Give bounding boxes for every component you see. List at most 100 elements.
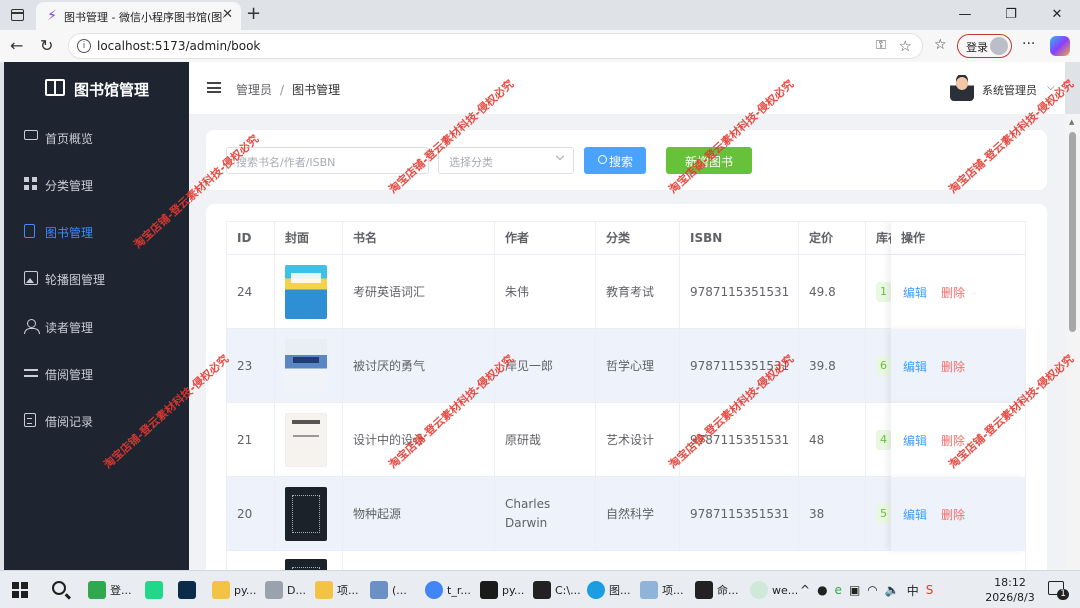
browser-tab[interactable]: ⚡ 图书管理 - 微信小程序图书馆(图书 ✕: [36, 2, 241, 30]
tray-overflow-icon[interactable]: ^: [800, 583, 810, 597]
delete-button[interactable]: 删除: [941, 284, 965, 301]
cell-isbn: 9787115351531: [690, 284, 790, 299]
windows-start-icon[interactable]: [12, 582, 28, 598]
favorites-icon[interactable]: ☆: [934, 37, 947, 53]
refresh-icon[interactable]: ↻: [40, 36, 53, 55]
cell-title: 被讨厌的勇气: [353, 358, 426, 373]
chevron-down-icon[interactable]: ⌵: [1047, 82, 1055, 93]
edit-button[interactable]: 编辑: [903, 506, 927, 523]
brand-title: 图书馆管理: [74, 81, 150, 99]
delete-button[interactable]: 删除: [941, 432, 965, 449]
sidebar-item-readers[interactable]: 读者管理: [4, 307, 189, 347]
cell-author: 原研哉: [505, 432, 542, 447]
edit-button[interactable]: 编辑: [903, 358, 927, 375]
search-button[interactable]: 搜索: [584, 147, 646, 174]
table-row: 23 被讨厌的勇气 岸见一郎 哲学心理 9787115351531 39.8 6…: [227, 329, 1025, 403]
clock-time: 18:12: [994, 576, 1026, 589]
notification-icon[interactable]: 1: [1048, 581, 1069, 600]
taskbar-app-wechat-devtools[interactable]: we...: [750, 579, 798, 601]
delete-button[interactable]: 删除: [941, 506, 965, 523]
clock-date: 2026/8/3: [985, 591, 1035, 604]
user-icon: [24, 319, 40, 334]
login-label: 登录: [966, 41, 988, 54]
sidebar-item-dashboard[interactable]: 首页概览: [4, 118, 189, 158]
taskbar-app-edge-active[interactable]: 图...: [587, 579, 631, 601]
password-key-icon[interactable]: ⚿: [876, 38, 886, 53]
taskbar-app-pycharm-green[interactable]: [145, 579, 167, 601]
ime-icon[interactable]: 中: [907, 582, 919, 599]
taskbar-app-cmd2[interactable]: 命...: [695, 579, 739, 601]
taskbar-app-notepad[interactable]: (...: [370, 579, 407, 601]
sidebar-item-borrow-records[interactable]: 借阅记录: [4, 401, 189, 441]
taskbar-label: we...: [772, 583, 799, 597]
col-header-isbn: ISBN: [680, 222, 799, 255]
breadcrumb: 管理员 / 图书管理: [236, 81, 340, 98]
restore-icon[interactable]: ❐: [988, 0, 1034, 30]
url-text[interactable]: localhost:5173/admin/book: [97, 39, 260, 53]
favorite-star-icon[interactable]: ☆: [899, 37, 912, 55]
cell-category: 自然科学: [606, 506, 655, 521]
app-icon: [145, 581, 163, 599]
taskbar-label: D...: [287, 583, 306, 597]
sogou-icon[interactable]: S: [926, 583, 934, 597]
delete-button[interactable]: 删除: [941, 358, 965, 375]
volume-icon[interactable]: 🔈: [885, 583, 900, 597]
wifi-icon[interactable]: ◠: [867, 583, 877, 597]
nvidia-icon[interactable]: ▣: [849, 583, 860, 597]
back-icon[interactable]: ←: [10, 36, 23, 55]
folder-icon: [315, 581, 333, 599]
cell-id: 21: [237, 432, 253, 447]
admin-name[interactable]: 系统管理员: [982, 82, 1037, 98]
cell-category: 教育考试: [606, 284, 655, 299]
sidebar-item-categories[interactable]: 分类管理: [4, 165, 189, 205]
add-book-label: 新增图书: [684, 155, 733, 169]
col-header-author: 作者: [495, 222, 596, 255]
sidebar-item-books[interactable]: 图书管理: [4, 212, 189, 252]
tab-actions-icon[interactable]: [8, 6, 26, 24]
category-select[interactable]: 选择分类: [438, 147, 574, 174]
tab-close-icon[interactable]: ✕: [222, 7, 233, 22]
taskbar-app-vscode[interactable]: 项...: [640, 579, 684, 601]
monitor-icon: [24, 130, 38, 140]
terminal-icon: [695, 581, 713, 599]
close-window-icon[interactable]: ✕: [1034, 0, 1080, 30]
taskbar-app-folder-py[interactable]: py...: [212, 579, 256, 601]
profile-login-button[interactable]: 登录: [957, 34, 1012, 58]
taskbar-app-drive[interactable]: D...: [265, 579, 306, 601]
minimize-icon[interactable]: —: [942, 0, 988, 30]
sidebar-item-banners[interactable]: 轮播图管理: [4, 259, 189, 299]
search-input[interactable]: 搜索书名/作者/ISBN: [226, 147, 429, 174]
edit-button[interactable]: 编辑: [903, 284, 927, 301]
search-icon[interactable]: [52, 581, 66, 595]
cell-isbn: 9787115351531: [690, 432, 790, 447]
copilot-icon[interactable]: [1050, 36, 1070, 56]
taskbar-app-chrome[interactable]: t_r...: [425, 579, 471, 601]
taskbar-app-cmd[interactable]: C:\...: [533, 579, 581, 601]
taskbar-app-pycharm[interactable]: py...: [480, 579, 524, 601]
breadcrumb-item[interactable]: 管理员: [236, 83, 272, 97]
new-tab-icon[interactable]: +: [246, 3, 261, 24]
taskbar-app-photoshop[interactable]: [178, 579, 200, 601]
taskbar-app-edge-login[interactable]: 登...: [88, 579, 132, 601]
brand: 图书馆管理: [4, 62, 189, 114]
search-placeholder: 搜索书名/作者/ISBN: [236, 156, 336, 169]
scrollbar-thumb[interactable]: [1069, 132, 1076, 332]
site-info-icon[interactable]: i: [77, 39, 91, 53]
book-cover-image: [285, 265, 327, 319]
taskbar-app-folder-project[interactable]: 项...: [315, 579, 359, 601]
taskbar-label: 项...: [662, 584, 684, 597]
add-book-button[interactable]: 新增图书: [666, 147, 752, 174]
sidebar-item-borrowing[interactable]: 借阅管理: [4, 354, 189, 394]
search-button-label: 搜索: [609, 155, 634, 169]
more-icon[interactable]: ···: [1022, 36, 1035, 52]
cell-isbn: 9787115351531: [690, 506, 790, 521]
edit-button[interactable]: 编辑: [903, 432, 927, 449]
page-scrollbar[interactable]: ▲: [1065, 114, 1080, 570]
avatar[interactable]: [950, 75, 974, 101]
clock[interactable]: 18:12 2026/8/3: [980, 575, 1040, 605]
menu-toggle-icon[interactable]: [207, 82, 221, 93]
edge-tray-icon[interactable]: e: [835, 583, 842, 597]
url-bar[interactable]: i localhost:5173/admin/book ⚿ ☆: [68, 33, 923, 59]
scroll-up-icon[interactable]: ▲: [1069, 118, 1074, 126]
qq-icon[interactable]: ●: [817, 583, 827, 597]
